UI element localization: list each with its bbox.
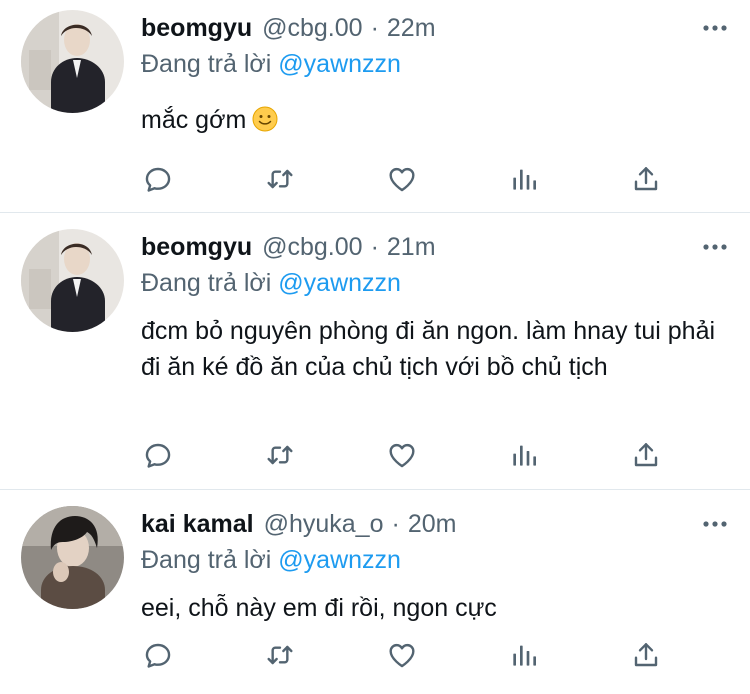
share-icon [630, 439, 662, 471]
share-icon [630, 639, 662, 671]
more-icon[interactable] [702, 514, 728, 534]
replying-to: Đang trả lời @yawnzzn [141, 265, 730, 301]
user-handle[interactable]: @cbg.00 [262, 14, 362, 43]
display-name[interactable]: beomgyu [141, 233, 252, 262]
tweet-content: beomgyu @cbg.00 · 21m Đang trả lời @yawn… [141, 229, 730, 385]
slightly-smiling-face-icon [252, 106, 278, 132]
more-icon[interactable] [702, 18, 728, 38]
retweet-button[interactable] [263, 638, 297, 672]
tweet[interactable]: beomgyu @cbg.00 · 22m Đang trả lời @yawn… [0, 0, 750, 213]
avatar[interactable] [21, 506, 124, 609]
replying-mention[interactable]: @yawnzzn [278, 546, 401, 574]
share-button[interactable] [629, 438, 663, 472]
share-icon [630, 163, 662, 195]
stats-icon [508, 639, 540, 671]
separator-dot: · [391, 509, 400, 538]
retweet-icon [264, 639, 296, 671]
reply-icon [142, 439, 174, 471]
reply-button[interactable] [141, 638, 175, 672]
timestamp[interactable]: 20m [408, 510, 457, 539]
tweet[interactable]: kai kamal @hyuka_o · 20m Đang trả lời @y… [0, 490, 750, 694]
retweet-icon [264, 439, 296, 471]
timestamp[interactable]: 21m [387, 233, 436, 262]
replying-mention[interactable]: @yawnzzn [278, 50, 401, 78]
tweet-text: eei, chỗ này em đi rồi, ngon cực [141, 594, 497, 622]
share-button[interactable] [629, 162, 663, 196]
tweet-header: beomgyu @cbg.00 · 21m [141, 229, 730, 265]
like-icon [386, 639, 418, 671]
tweet-text: mắc gớm [141, 102, 730, 138]
retweet-button[interactable] [263, 162, 297, 196]
replying-prefix: Đang trả lời [141, 50, 272, 78]
tweet-text-content: mắc gớm [141, 106, 247, 134]
reply-feed: beomgyu @cbg.00 · 22m Đang trả lời @yawn… [0, 0, 750, 694]
user-handle[interactable]: @hyuka_o [264, 510, 384, 539]
tweet-actions [141, 438, 661, 472]
like-button[interactable] [385, 438, 419, 472]
stats-icon [508, 439, 540, 471]
tweet-content: beomgyu @cbg.00 · 22m Đang trả lời @yawn… [141, 10, 730, 138]
reply-icon [142, 163, 174, 195]
retweet-icon [264, 163, 296, 195]
replying-to: Đang trả lời @yawnzzn [141, 542, 730, 578]
like-icon [386, 163, 418, 195]
display-name[interactable]: beomgyu [141, 14, 252, 43]
like-icon [386, 439, 418, 471]
stats-button[interactable] [507, 638, 541, 672]
replying-to: Đang trả lời @yawnzzn [141, 46, 730, 82]
separator-dot: · [370, 232, 379, 261]
replying-prefix: Đang trả lời [141, 269, 272, 297]
user-handle[interactable]: @cbg.00 [262, 233, 362, 262]
like-button[interactable] [385, 162, 419, 196]
tweet-text: đcm bỏ nguyên phòng đi ăn ngon. làm hnay… [141, 317, 716, 381]
like-button[interactable] [385, 638, 419, 672]
tweet-header: kai kamal @hyuka_o · 20m [141, 506, 730, 542]
replying-prefix: Đang trả lời [141, 546, 272, 574]
share-button[interactable] [629, 638, 663, 672]
tweet-actions [141, 162, 661, 196]
avatar[interactable] [21, 10, 124, 113]
reply-button[interactable] [141, 162, 175, 196]
tweet[interactable]: beomgyu @cbg.00 · 21m Đang trả lời @yawn… [0, 213, 750, 490]
stats-button[interactable] [507, 438, 541, 472]
tweet-header: beomgyu @cbg.00 · 22m [141, 10, 730, 46]
tweet-content: kai kamal @hyuka_o · 20m Đang trả lời @y… [141, 506, 730, 626]
stats-button[interactable] [507, 162, 541, 196]
separator-dot: · [370, 13, 379, 42]
more-icon[interactable] [702, 237, 728, 257]
reply-icon [142, 639, 174, 671]
tweet-actions [141, 638, 661, 672]
reply-button[interactable] [141, 438, 175, 472]
retweet-button[interactable] [263, 438, 297, 472]
avatar[interactable] [21, 229, 124, 332]
replying-mention[interactable]: @yawnzzn [278, 269, 401, 297]
display-name[interactable]: kai kamal [141, 510, 254, 539]
timestamp[interactable]: 22m [387, 14, 436, 43]
stats-icon [508, 163, 540, 195]
